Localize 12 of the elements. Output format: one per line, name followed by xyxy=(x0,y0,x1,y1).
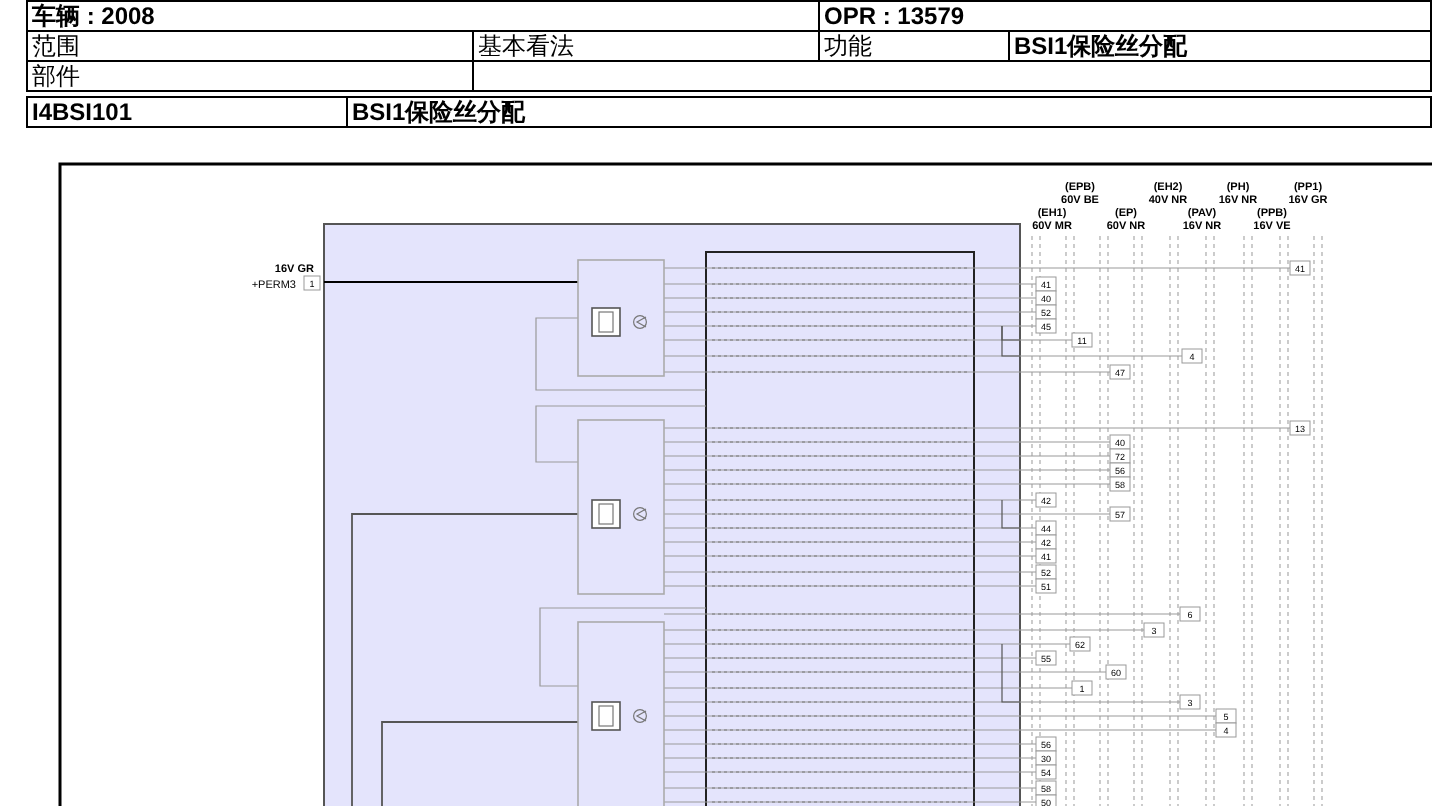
chip-icon xyxy=(591,499,621,529)
chip-icon xyxy=(591,701,621,731)
table-cell: 部件 xyxy=(26,60,474,92)
table-cell: OPR : 13579 xyxy=(818,0,1432,32)
symbol-icon xyxy=(633,507,647,521)
table-cell: I4BSI101 xyxy=(26,96,348,128)
symbol-icon xyxy=(633,709,647,723)
symbol-icon xyxy=(633,315,647,329)
table-cell: BSI1保险丝分配 xyxy=(346,96,1432,128)
table-cell: 车辆 : 2008 xyxy=(26,0,820,32)
module-block xyxy=(577,259,665,377)
chip-icon xyxy=(591,307,621,337)
